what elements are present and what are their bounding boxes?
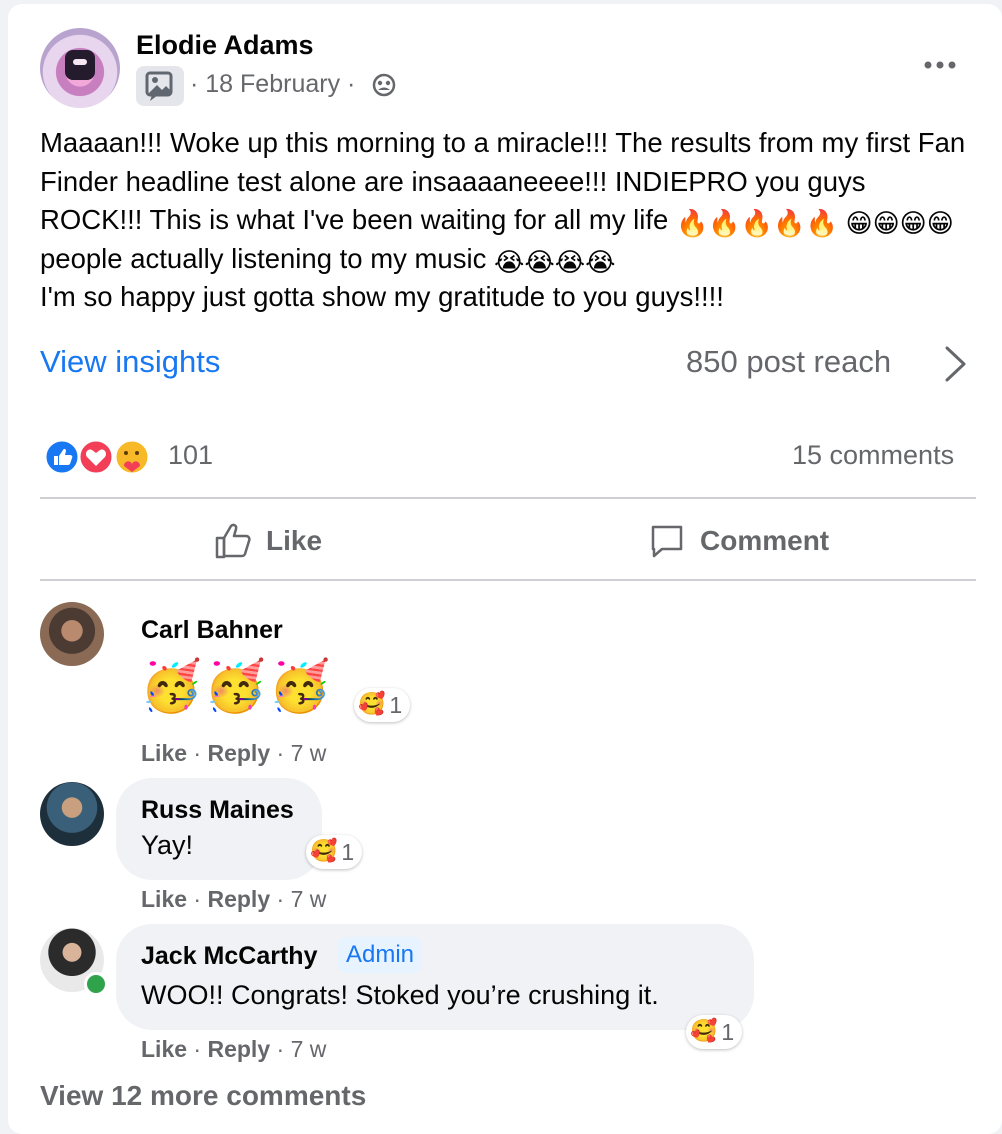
comment-time[interactable]: 7 w	[291, 1036, 327, 1062]
commenter-avatar[interactable]	[40, 782, 104, 846]
post-meta: · 18 February ·	[190, 70, 355, 99]
chevron-right-icon[interactable]	[940, 344, 970, 384]
comment-bubble	[116, 924, 754, 1030]
comment-label: Comment	[700, 525, 830, 556]
online-status-indicator	[84, 972, 108, 996]
commenter-name[interactable]: Jack McCarthy	[141, 942, 317, 971]
reaction-count[interactable]: 101	[168, 440, 213, 471]
comment-button[interactable]: Comment	[648, 520, 829, 562]
reaction-icons[interactable]	[42, 438, 158, 476]
comment-like-button[interactable]: Like	[141, 1036, 187, 1062]
meta-separator: ·	[347, 70, 356, 98]
like-label: Like	[266, 525, 323, 556]
comment-bubble	[116, 778, 322, 880]
author-name[interactable]: Elodie Adams	[136, 30, 314, 61]
divider	[40, 579, 976, 581]
comment-reply-button[interactable]: Reply	[207, 886, 270, 912]
comment-actions: Like · Reply · 7 w	[141, 886, 326, 913]
globe-icon[interactable]	[372, 73, 396, 97]
comments-count[interactable]: 15 comments	[792, 440, 954, 471]
commenter-name[interactable]: Russ Maines	[141, 796, 294, 825]
meta-separator: ·	[276, 1036, 285, 1062]
commenter-name[interactable]: Carl Bahner	[141, 616, 283, 645]
meta-separator: ·	[190, 70, 199, 98]
meta-separator: ·	[276, 740, 285, 766]
heart-hug-emoji: 🥰	[358, 692, 386, 717]
comment-actions: Like · Reply · 7 w	[141, 1036, 326, 1063]
comment-reply-button[interactable]: Reply	[207, 1036, 270, 1062]
meta-separator: ·	[276, 886, 285, 912]
more-icon[interactable]	[920, 50, 960, 80]
comment-actions: Like · Reply · 7 w	[141, 740, 326, 767]
comment-reaction[interactable]: 🥰 1	[354, 688, 411, 722]
meta-separator: ·	[193, 1036, 202, 1062]
meta-separator: ·	[193, 886, 202, 912]
heart-hug-emoji: 🥰	[690, 1019, 718, 1044]
view-insights-link[interactable]: View insights	[40, 344, 220, 380]
comment-reaction-count: 1	[721, 1018, 735, 1045]
view-more-comments-link[interactable]: View 12 more comments	[40, 1080, 366, 1112]
post-reach[interactable]: 850 post reach	[686, 344, 891, 380]
crying-emoji: 😭😭😭😭	[493, 247, 616, 278]
heart-hug-emoji: 🥰	[310, 839, 338, 864]
meta-separator: ·	[193, 740, 202, 766]
like-button[interactable]: Like	[214, 520, 322, 562]
comment-time[interactable]: 7 w	[291, 740, 327, 766]
commenter-avatar[interactable]	[40, 602, 104, 666]
comment-reaction[interactable]: 🥰 1	[306, 835, 363, 869]
comment-text: Yay!	[141, 830, 194, 860]
divider	[40, 497, 976, 499]
comment-reply-button[interactable]: Reply	[207, 740, 270, 766]
admin-badge: Admin	[338, 937, 423, 973]
post-date[interactable]: 18 February	[205, 70, 340, 98]
post-text-part-2: people actually listening to my music	[40, 242, 494, 274]
post-text-part-3: I'm so happy just gotta show my gratitud…	[40, 281, 724, 312]
author-avatar[interactable]	[40, 28, 120, 108]
comment-reaction-count: 1	[341, 838, 355, 865]
comment-icon	[651, 525, 683, 558]
comment-reaction-count: 1	[389, 691, 403, 718]
post-text: Maaaan!!! Woke up this morning to a mira…	[40, 124, 970, 317]
comment-text: WOO!! Congrats! Stoked you’re crushing i…	[141, 980, 659, 1010]
like-icon	[215, 523, 251, 559]
partying-face-emoji: 🥳🥳🥳	[140, 657, 333, 715]
grin-emoji: 😁😁😁😁	[845, 209, 954, 239]
comment-like-button[interactable]: Like	[141, 740, 187, 766]
comment-time[interactable]: 7 w	[291, 886, 327, 912]
comment-reaction[interactable]: 🥰 1	[686, 1015, 743, 1049]
photo-icon	[136, 66, 184, 106]
fire-emoji: 🔥🔥🔥🔥🔥	[675, 209, 838, 239]
comment-like-button[interactable]: Like	[141, 886, 187, 912]
